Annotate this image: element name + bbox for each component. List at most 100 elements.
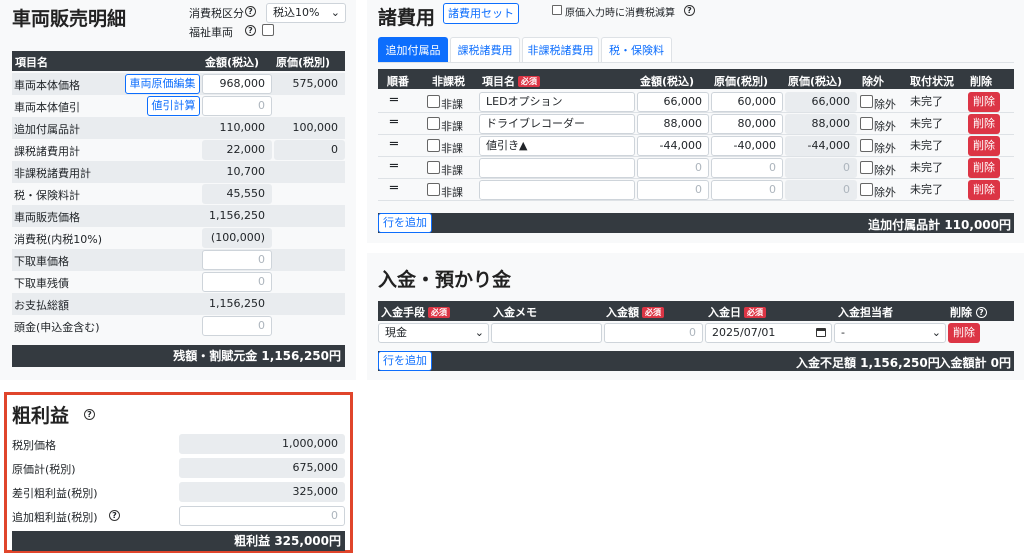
profit-label: 追加粗利益(税別) — [12, 511, 98, 524]
row-action-button[interactable]: 車両原価編集 — [125, 74, 200, 94]
cost-in-value: 88,000 — [785, 114, 857, 134]
amount-input[interactable]: 88,000 — [637, 114, 709, 134]
amount-field: (100,000) — [202, 228, 272, 248]
welfare-checkbox[interactable] — [262, 24, 274, 36]
item-name-input[interactable]: 値引き▲ — [479, 136, 635, 156]
expenses-title: 諸費用 — [378, 7, 436, 29]
col-cost-in: 原価(税込) — [788, 75, 843, 88]
tax-category-select[interactable]: 税込10% ⌄ — [266, 3, 346, 23]
nontax-label: 非課 — [441, 186, 463, 199]
nontax-checkbox[interactable] — [427, 139, 440, 152]
nontax-checkbox[interactable] — [427, 95, 440, 108]
item-name-input[interactable] — [479, 180, 635, 200]
cost-ex-input[interactable]: 60,000 — [711, 92, 783, 112]
col-delete: 削除 — [970, 75, 992, 88]
amount-input[interactable]: 66,000 — [637, 92, 709, 112]
cost-in-value: 0 — [785, 158, 857, 178]
row-label: 税・保険料計 — [14, 189, 80, 202]
exclude-checkbox[interactable] — [860, 95, 873, 108]
nontax-label: 非課 — [441, 142, 463, 155]
drag-handle-icon[interactable]: ═ — [390, 160, 398, 174]
cost-ex-input[interactable]: 0 — [711, 158, 783, 178]
cost-field: 0 — [274, 140, 345, 160]
delete-button[interactable]: 削除 — [968, 92, 1000, 112]
nontax-checkbox[interactable] — [427, 117, 440, 130]
amount-field[interactable]: 0 — [202, 272, 272, 292]
exclude-checkbox[interactable] — [860, 183, 873, 196]
tab-taxable[interactable]: 課税諸費用 — [450, 37, 520, 62]
drag-handle-icon[interactable]: ═ — [390, 116, 398, 130]
amount-field[interactable]: 0 — [202, 250, 272, 270]
row-action-button[interactable]: 値引計算 — [147, 96, 200, 116]
amount-field[interactable]: 968,000 — [202, 74, 272, 94]
cost-ex-input[interactable]: 0 — [711, 180, 783, 200]
help-icon[interactable]: ? — [84, 409, 95, 420]
cost-tax-checkbox[interactable] — [552, 5, 562, 15]
exclude-checkbox[interactable] — [860, 139, 873, 152]
row-separator — [378, 134, 1014, 135]
expense-add-row-button[interactable]: 行を追加 — [378, 213, 432, 233]
tab-nontaxable[interactable]: 非課税諸費用 — [522, 37, 599, 62]
sales-table-head: 項目名 金額(税込) 原価(税別) — [12, 51, 345, 71]
exclude-checkbox[interactable] — [860, 117, 873, 130]
profit-input[interactable]: 0 — [179, 506, 345, 526]
expense-set-button[interactable]: 諸費用セット — [443, 3, 519, 24]
tab-insurance[interactable]: 税・保険料 — [601, 37, 672, 62]
row-label: お支払総額 — [14, 299, 69, 312]
deposit-amount-input[interactable]: 0 — [604, 323, 703, 343]
deposit-method-select[interactable]: 現金 ⌄ — [378, 323, 489, 343]
install-status: 未完了 — [910, 161, 943, 174]
delete-button[interactable]: 削除 — [968, 158, 1000, 178]
profit-label: 税別価格 — [12, 439, 56, 452]
exclude-checkbox[interactable] — [860, 161, 873, 174]
help-icon[interactable]: ? — [109, 510, 120, 521]
cost-ex-input[interactable]: -40,000 — [711, 136, 783, 156]
nontax-label: 非課 — [441, 120, 463, 133]
cost-ex-input[interactable]: 80,000 — [711, 114, 783, 134]
col-name: 項目名 必須 — [482, 73, 540, 89]
deposit-add-row-button[interactable]: 行を追加 — [378, 351, 432, 371]
help-icon[interactable]: ? — [245, 6, 256, 17]
row-separator — [378, 178, 1014, 179]
amount-input[interactable]: -44,000 — [637, 136, 709, 156]
nontax-checkbox[interactable] — [427, 183, 440, 196]
col-amount: 金額(税込) — [205, 56, 260, 69]
help-icon[interactable]: ? — [975, 307, 987, 318]
col-nontax: 非課税 — [432, 75, 465, 88]
delete-button[interactable]: 削除 — [968, 136, 1000, 156]
install-status: 未完了 — [910, 183, 943, 196]
help-icon[interactable]: ? — [245, 25, 256, 36]
help-icon[interactable]: ? — [684, 5, 695, 16]
drag-handle-icon[interactable]: ═ — [390, 138, 398, 152]
nontax-label: 非課 — [441, 98, 463, 111]
cost-tax-label: 原価入力時に消費税減算 — [565, 8, 675, 19]
row-label: 課税諸費用計 — [14, 145, 80, 158]
cost-field: 575,000 — [274, 74, 345, 94]
delete-button[interactable]: 削除 — [968, 180, 1000, 200]
item-name-input[interactable]: LEDオプション — [479, 92, 635, 112]
row-label: 車両本体値引 — [14, 101, 80, 114]
drag-handle-icon[interactable]: ═ — [390, 182, 398, 196]
calendar-icon[interactable] — [816, 328, 826, 337]
delete-button[interactable]: 削除 — [968, 114, 1000, 134]
deposit-memo-input[interactable] — [491, 323, 602, 343]
deposit-staff-select[interactable]: - ⌄ — [834, 323, 946, 343]
tab-accessories[interactable]: 追加付属品 — [378, 37, 448, 62]
amount-field[interactable]: 0 — [202, 96, 272, 116]
cost-in-value: 66,000 — [785, 92, 857, 112]
deposit-delete-button[interactable]: 削除 — [948, 323, 980, 343]
drag-handle-icon[interactable]: ═ — [390, 94, 398, 108]
row-label: 消費税(内税10%) — [14, 233, 103, 246]
deposit-date-input[interactable]: 2025/07/01 — [705, 323, 832, 343]
amount-field: 1,156,250 — [202, 206, 272, 226]
amount-field[interactable]: 0 — [202, 316, 272, 336]
deposit-title: 入金・預かり金 — [378, 269, 512, 291]
amount-input[interactable]: 0 — [637, 180, 709, 200]
item-name-input[interactable] — [479, 158, 635, 178]
item-name-input[interactable]: ドライブレコーダー — [479, 114, 635, 134]
nontax-checkbox[interactable] — [427, 161, 440, 174]
col-status: 取付状況 — [910, 75, 954, 88]
col-item: 項目名 — [15, 56, 48, 69]
amount-input[interactable]: 0 — [637, 158, 709, 178]
row-label: 車両販売価格 — [14, 211, 80, 224]
